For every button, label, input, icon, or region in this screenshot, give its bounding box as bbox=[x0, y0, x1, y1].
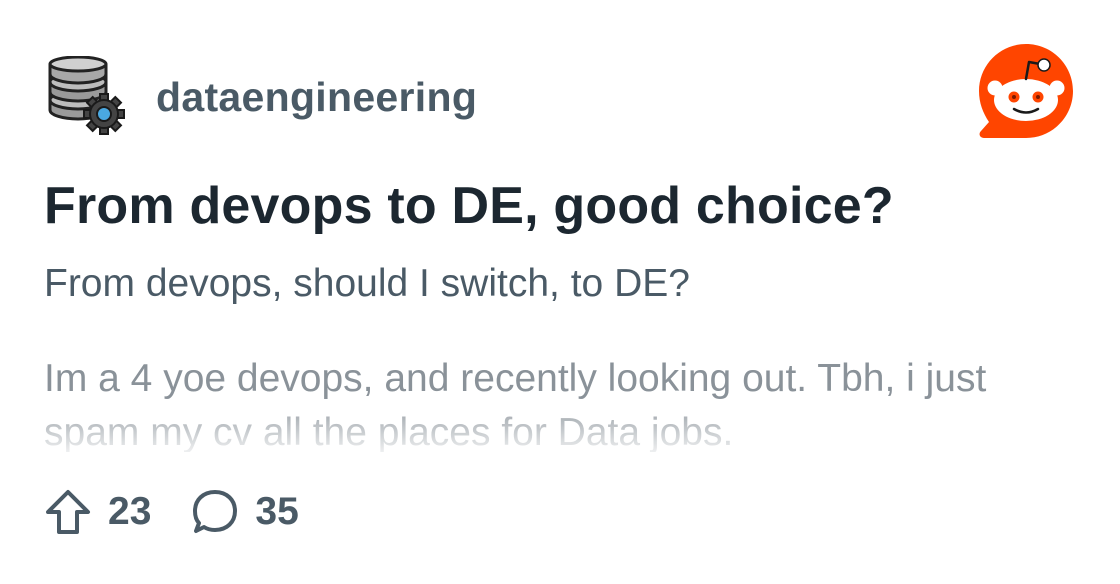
comment-count: 35 bbox=[255, 490, 299, 533]
comment-bubble-icon[interactable] bbox=[191, 488, 239, 536]
post-stats: 23 35 bbox=[44, 484, 299, 540]
post-body: Im a 4 yoe devops, and recently looking … bbox=[44, 357, 987, 452]
post-subtitle: From devops, should I switch, to DE? bbox=[44, 262, 690, 305]
subreddit-name[interactable]: dataengineering bbox=[156, 74, 477, 121]
upvote-stat[interactable]: 23 bbox=[44, 488, 151, 536]
reddit-logo-icon[interactable] bbox=[976, 42, 1076, 142]
post-header: dataengineering bbox=[44, 44, 1076, 146]
database-gear-icon[interactable] bbox=[44, 56, 130, 142]
comment-stat[interactable]: 35 bbox=[191, 488, 299, 536]
upvote-arrow-icon[interactable] bbox=[44, 488, 92, 536]
post-title[interactable]: From devops to DE, good choice? bbox=[44, 176, 894, 236]
upvote-count: 23 bbox=[108, 490, 152, 533]
